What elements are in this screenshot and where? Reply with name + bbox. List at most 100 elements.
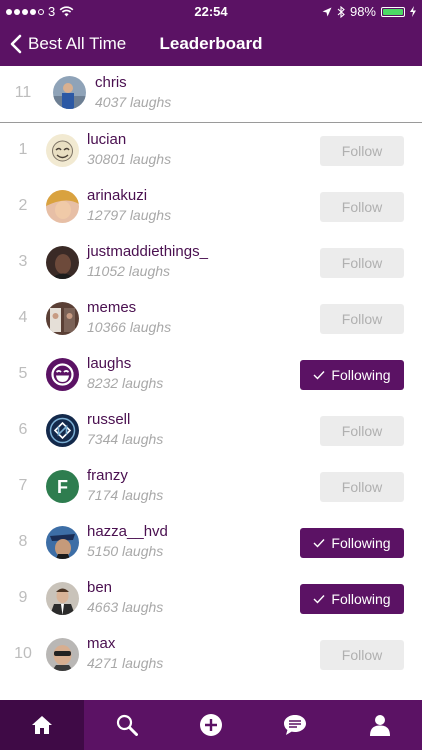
rank-number: 4	[18, 309, 28, 326]
tab-profile[interactable]	[338, 700, 422, 750]
avatar	[46, 414, 79, 447]
username: memes	[87, 299, 137, 316]
rank-number: 3	[18, 253, 28, 270]
leaderboard-row[interactable]: 8 hazza__hvd 5150 laughs Following	[0, 515, 422, 571]
avatar	[46, 358, 79, 391]
tab-add[interactable]	[169, 700, 253, 750]
laugh-count: 8232 laughs	[87, 375, 164, 391]
laugh-count: 12797 laughs	[87, 207, 172, 223]
follow-button[interactable]: Follow	[320, 640, 404, 670]
tab-bar	[0, 700, 422, 750]
add-icon	[200, 714, 223, 736]
username: max	[87, 635, 116, 652]
user-info: memes 10366 laughs	[87, 299, 171, 335]
user-info: justmaddiethings_ 11052 laughs	[87, 243, 208, 279]
tab-messages[interactable]	[253, 700, 337, 750]
follow-button-label: Follow	[341, 479, 383, 495]
rank-number: 2	[18, 197, 28, 214]
username: hazza__hvd	[87, 523, 168, 540]
battery-icon	[381, 6, 405, 17]
laugh-count: 4037 laughs	[95, 94, 172, 110]
laugh-count: 11052 laughs	[87, 263, 171, 279]
back-label: Best All Time	[28, 34, 127, 53]
avatar	[46, 246, 79, 279]
rank-number: 6	[18, 421, 28, 438]
following-button[interactable]: Following	[300, 584, 404, 614]
leaderboard-row[interactable]: 6 russell 7344 laughs Follow	[0, 403, 422, 459]
home-icon	[32, 716, 53, 734]
follow-button-label: Following	[331, 535, 391, 551]
user-info: hazza__hvd 5150 laughs	[87, 523, 168, 559]
avatar: F	[46, 470, 79, 503]
avatar-letter: F	[57, 477, 68, 497]
avatar	[46, 134, 79, 167]
leaderboard-row[interactable]: 1 lucian 30801 laughs Follow	[0, 123, 422, 179]
checkmark-icon	[313, 371, 325, 380]
laugh-count: 4663 laughs	[87, 599, 164, 615]
follow-button-label: Follow	[341, 143, 383, 159]
avatar	[46, 302, 79, 335]
following-button[interactable]: Following	[300, 528, 404, 558]
follow-button[interactable]: Follow	[320, 248, 404, 278]
username: laughs	[87, 355, 132, 372]
current-user-row[interactable]: 11 chris 4037 laughs	[0, 66, 422, 123]
avatar	[46, 582, 79, 615]
laugh-count: 10366 laughs	[87, 319, 172, 335]
checkmark-icon	[313, 595, 325, 604]
chevron-left-icon	[10, 34, 22, 54]
follow-button-label: Follow	[341, 423, 383, 439]
rank-number: 9	[18, 589, 28, 606]
avatar	[53, 76, 86, 109]
leaderboard-list: 11 chris 4037 laughs 1 lucian 30801 laughs…	[0, 66, 422, 683]
avatar	[46, 190, 79, 223]
rank-number: 7	[18, 477, 28, 494]
laugh-count: 4271 laughs	[87, 655, 164, 671]
user-info: arinakuzi 12797 laughs	[87, 187, 171, 223]
laugh-count: 30801 laughs	[87, 151, 172, 167]
follow-button-label: Follow	[341, 647, 383, 663]
back-button[interactable]: Best All Time	[10, 22, 126, 66]
follow-button[interactable]: Follow	[320, 192, 404, 222]
rank-number: 8	[18, 533, 28, 550]
checkmark-icon	[313, 539, 325, 548]
user-info: laughs 8232 laughs	[87, 355, 163, 391]
location-arrow-icon	[322, 7, 332, 16]
chat-icon	[284, 715, 307, 735]
following-button[interactable]: Following	[300, 360, 404, 390]
tab-home[interactable]	[0, 700, 85, 750]
leaderboard-row[interactable]: 10 max 4271 laughs Follow	[0, 627, 422, 683]
battery-percent: 98%	[349, 4, 376, 19]
navigation-bar: Best All Time Leaderboard	[0, 22, 422, 66]
username: arinakuzi	[87, 187, 148, 204]
laugh-count: 5150 laughs	[87, 543, 164, 559]
follow-button[interactable]: Follow	[320, 136, 404, 166]
username: franzy	[87, 467, 128, 484]
tab-search[interactable]	[84, 700, 168, 750]
follow-button-label: Following	[331, 591, 391, 607]
laugh-count: 7174 laughs	[87, 487, 164, 503]
leaderboard-row[interactable]: 3 justmaddiethings_ 11052 laughs Follow	[0, 235, 422, 291]
follow-button[interactable]: Follow	[320, 472, 404, 502]
bluetooth-icon	[337, 5, 345, 18]
avatar	[46, 526, 79, 559]
follow-button-label: Follow	[341, 311, 383, 327]
username: justmaddiethings_	[87, 243, 208, 260]
follow-button[interactable]: Follow	[320, 304, 404, 334]
rank-number: 11	[14, 84, 32, 101]
username: ben	[87, 579, 113, 596]
follow-button[interactable]: Follow	[320, 416, 404, 446]
leaderboard-row[interactable]: 4 memes 10366 laughs Follow	[0, 291, 422, 347]
avatar	[46, 638, 79, 671]
rank-number: 10	[14, 645, 32, 662]
follow-button-label: Follow	[341, 199, 383, 215]
user-info: ben 4663 laughs	[87, 579, 163, 615]
leaderboard-row[interactable]: 5 laughs 8232 laughs Following	[0, 347, 422, 403]
follow-button-label: Following	[331, 367, 391, 383]
leaderboard-row[interactable]: 7 Ffranzy 7174 laughs Follow	[0, 459, 422, 515]
rank-number: 5	[18, 365, 28, 382]
battery-level-fill	[383, 8, 403, 15]
leaderboard-row[interactable]: 9 ben 4663 laughs Following	[0, 571, 422, 627]
profile-icon	[369, 715, 390, 736]
leaderboard-row[interactable]: 2 arinakuzi 12797 laughs Follow	[0, 179, 422, 235]
search-icon	[116, 714, 138, 736]
